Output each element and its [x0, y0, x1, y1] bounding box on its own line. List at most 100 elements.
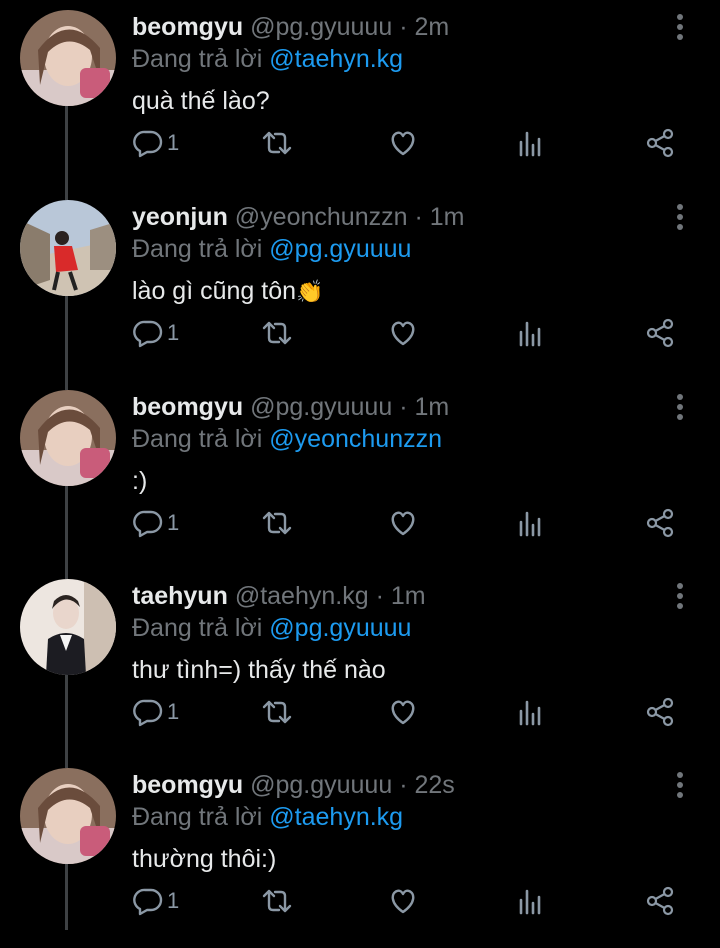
display-name[interactable]: beomgyu: [132, 771, 243, 799]
more-icon[interactable]: [668, 12, 692, 42]
separator: ·: [399, 393, 408, 421]
reply-button[interactable]: 1: [133, 126, 179, 160]
retweet-icon: [262, 700, 292, 724]
reply-context: Đang trả lời @pg.gyuuuu: [132, 235, 411, 264]
reply-icon: [133, 510, 163, 538]
like-icon: [391, 700, 415, 725]
tweet[interactable]: taehyun @taehyn.kg · 1m Đang trả lời @pg…: [0, 569, 720, 759]
more-icon[interactable]: [668, 581, 692, 611]
reply-button[interactable]: 1: [133, 506, 179, 540]
share-icon: [646, 886, 674, 916]
retweet-button[interactable]: [260, 316, 294, 350]
views-button[interactable]: [518, 506, 544, 540]
display-name[interactable]: taehyun: [132, 582, 228, 610]
tweet-text: quà thế lào?: [132, 87, 270, 115]
timestamp[interactable]: 2m: [414, 13, 449, 41]
reply-count: 1: [167, 510, 180, 535]
retweet-button[interactable]: [260, 695, 294, 729]
views-button[interactable]: [518, 695, 544, 729]
user-handle[interactable]: @pg.gyuuuu: [250, 13, 392, 41]
like-button[interactable]: [388, 126, 418, 160]
avatar[interactable]: [20, 200, 116, 296]
share-icon: [646, 508, 674, 538]
separator: ·: [375, 582, 384, 610]
more-icon[interactable]: [668, 770, 692, 800]
tweet[interactable]: beomgyu @pg.gyuuuu · 2m Đang trả lời @ta…: [0, 0, 720, 190]
like-button[interactable]: [388, 695, 418, 729]
timestamp[interactable]: 22s: [414, 771, 454, 799]
reply-button[interactable]: 1: [133, 695, 179, 729]
reply-icon: [133, 130, 163, 158]
display-name[interactable]: beomgyu: [132, 13, 243, 41]
display-name[interactable]: yeonjun: [132, 203, 228, 231]
share-icon: [646, 128, 674, 158]
mention-link[interactable]: @taehyn.kg: [269, 45, 403, 73]
share-icon: [646, 318, 674, 348]
reply-count: 1: [167, 888, 180, 913]
like-button[interactable]: [388, 316, 418, 350]
share-button[interactable]: [645, 506, 675, 540]
share-button[interactable]: [645, 884, 675, 918]
avatar[interactable]: [20, 390, 116, 486]
reply-button[interactable]: 1: [133, 316, 179, 350]
share-button[interactable]: [645, 316, 675, 350]
tweet-text: thư tình=) thấy thế nào: [132, 656, 386, 684]
user-handle[interactable]: @yeonchunzzn: [235, 203, 408, 231]
mention-link[interactable]: @pg.gyuuuu: [269, 614, 411, 642]
reply-context: Đang trả lời @pg.gyuuuu: [132, 614, 411, 643]
reply-count: 1: [167, 130, 180, 155]
tweet-header: beomgyu @pg.gyuuuu · 22s: [132, 771, 455, 800]
more-icon[interactable]: [668, 392, 692, 422]
retweet-icon: [262, 511, 292, 535]
tweet-header: beomgyu @pg.gyuuuu · 1m: [132, 393, 449, 422]
retweet-button[interactable]: [260, 126, 294, 160]
reply-context: Đang trả lời @taehyn.kg: [132, 803, 403, 832]
avatar[interactable]: [20, 768, 116, 864]
share-button[interactable]: [645, 695, 675, 729]
timestamp[interactable]: 1m: [414, 393, 449, 421]
views-button[interactable]: [518, 126, 544, 160]
views-button[interactable]: [518, 884, 544, 918]
reply-prefix: Đang trả lời: [132, 235, 263, 263]
views-button[interactable]: [518, 316, 544, 350]
mention-link[interactable]: @yeonchunzzn: [269, 425, 442, 453]
action-bar: 1: [0, 506, 720, 546]
tweet-text-container: lào gì cũng tôn👏: [132, 277, 323, 306]
user-handle[interactable]: @pg.gyuuuu: [250, 393, 392, 421]
tweet-header: beomgyu @pg.gyuuuu · 2m: [132, 13, 449, 42]
like-icon: [391, 889, 415, 914]
mention-link[interactable]: @pg.gyuuuu: [269, 235, 411, 263]
reply-context: Đang trả lời @taehyn.kg: [132, 45, 403, 74]
tweet-text: thường thôi:): [132, 845, 277, 873]
reply-prefix: Đang trả lời: [132, 803, 263, 831]
tweet[interactable]: yeonjun @yeonchunzzn · 1m Đang trả lời @…: [0, 190, 720, 380]
like-button[interactable]: [388, 884, 418, 918]
action-bar: 1: [0, 316, 720, 356]
avatar[interactable]: [20, 10, 116, 106]
reply-button[interactable]: 1: [133, 884, 179, 918]
user-handle[interactable]: @taehyn.kg: [235, 582, 369, 610]
reply-icon: [133, 888, 163, 916]
timestamp[interactable]: 1m: [391, 582, 426, 610]
like-icon: [391, 511, 415, 536]
share-button[interactable]: [645, 126, 675, 160]
more-icon[interactable]: [668, 202, 692, 232]
like-button[interactable]: [388, 506, 418, 540]
reply-prefix: Đang trả lời: [132, 425, 263, 453]
retweet-icon: [262, 131, 292, 155]
views-icon: [519, 889, 541, 915]
display-name[interactable]: beomgyu: [132, 393, 243, 421]
avatar[interactable]: [20, 579, 116, 675]
reply-icon: [133, 320, 163, 348]
retweet-button[interactable]: [260, 506, 294, 540]
tweet[interactable]: beomgyu @pg.gyuuuu · 22s Đang trả lời @t…: [0, 758, 720, 948]
user-handle[interactable]: @pg.gyuuuu: [250, 771, 392, 799]
tweet-text: lào gì cũng tôn: [132, 277, 297, 305]
timestamp[interactable]: 1m: [430, 203, 465, 231]
reply-context: Đang trả lời @yeonchunzzn: [132, 425, 442, 454]
like-icon: [391, 131, 415, 156]
mention-link[interactable]: @taehyn.kg: [269, 803, 403, 831]
separator: ·: [414, 203, 423, 231]
tweet[interactable]: beomgyu @pg.gyuuuu · 1m Đang trả lời @ye…: [0, 380, 720, 570]
retweet-button[interactable]: [260, 884, 294, 918]
